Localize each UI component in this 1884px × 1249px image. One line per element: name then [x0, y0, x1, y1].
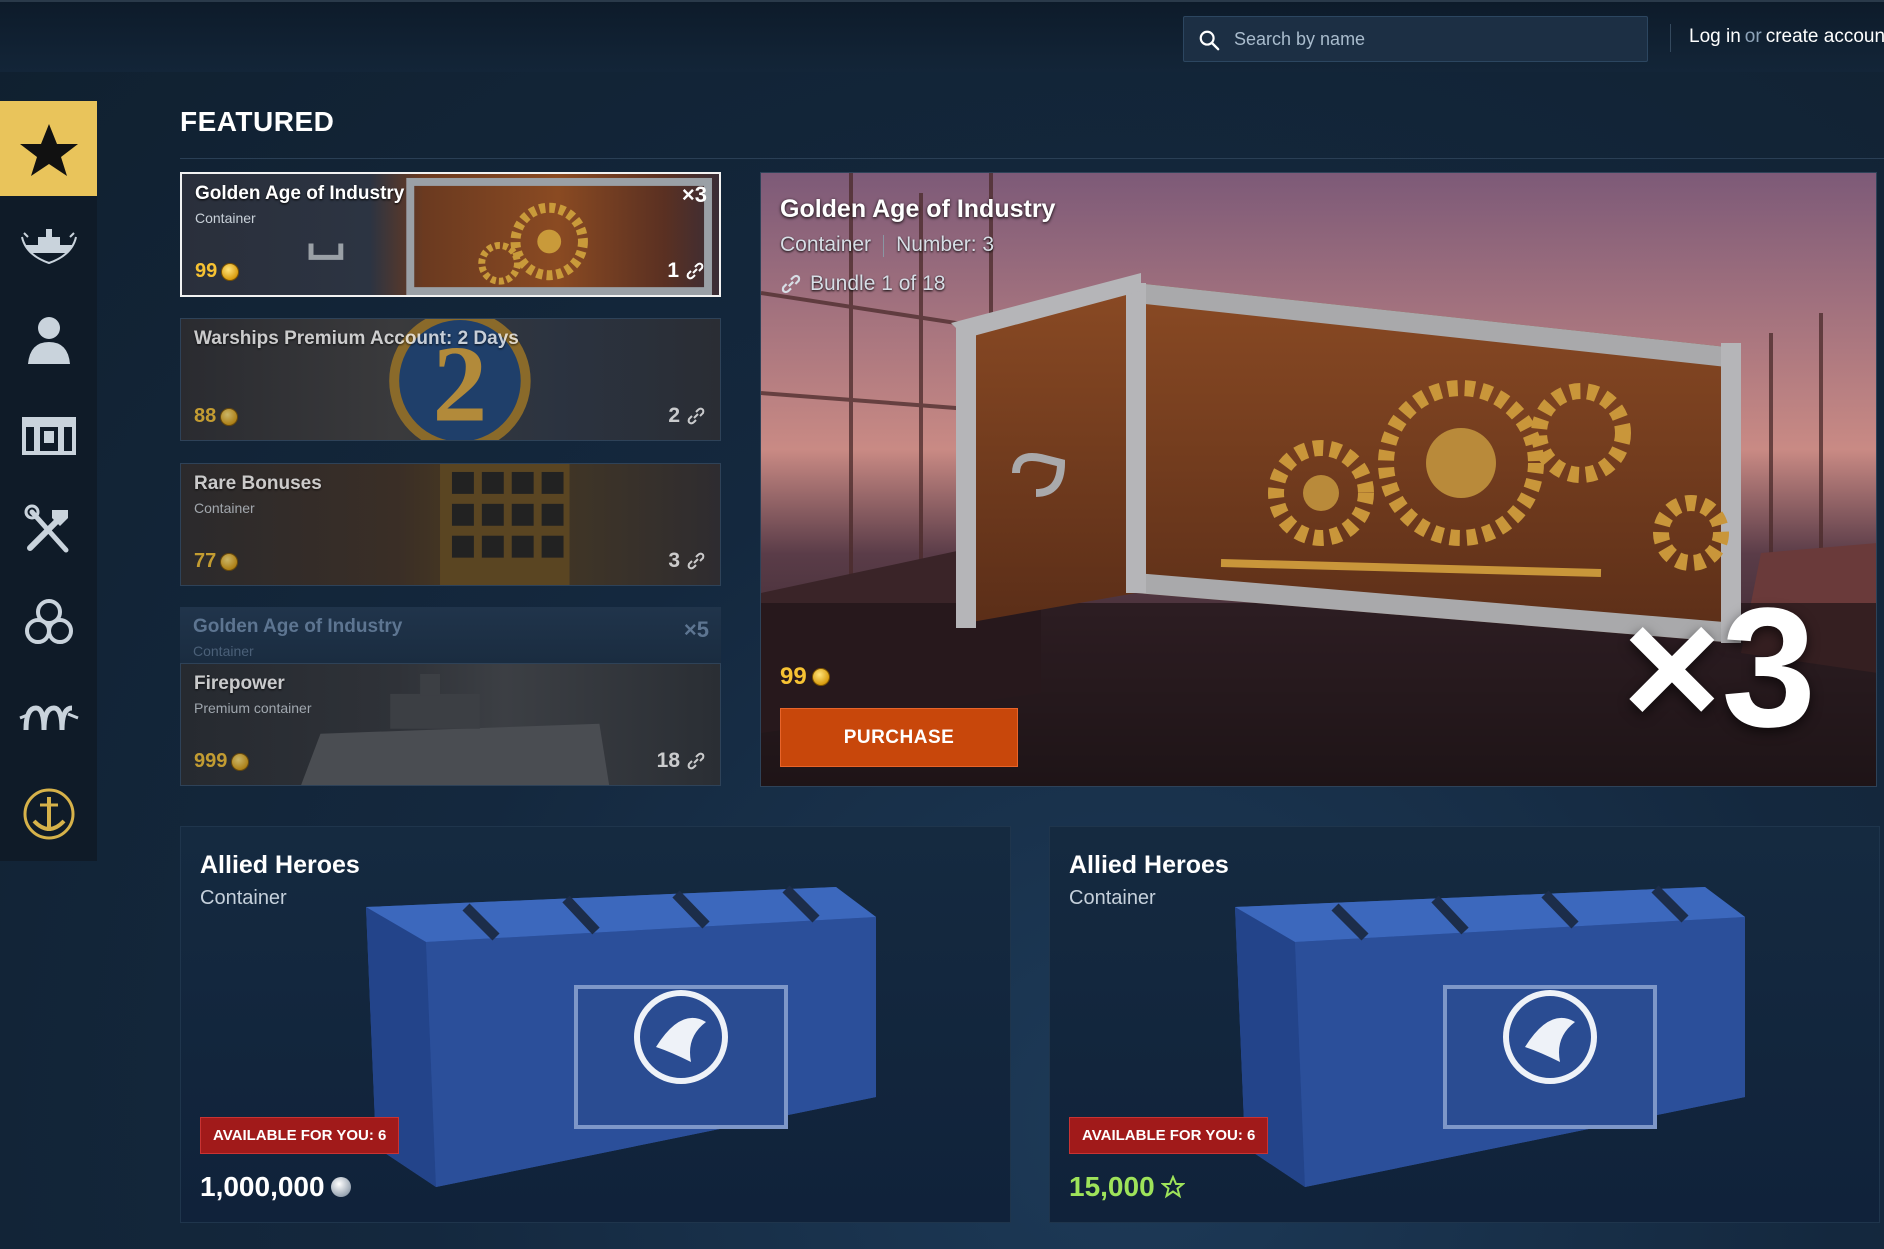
sidebar-item-camouflage[interactable]	[0, 576, 97, 671]
link-icon	[686, 262, 704, 280]
card-price: 77	[194, 550, 239, 573]
login-link[interactable]: Log in	[1689, 26, 1741, 47]
card-multiplier: ×5	[683, 617, 709, 642]
card-type: Container	[193, 643, 254, 659]
card-bundle-count: 18	[657, 749, 706, 773]
offer-type: Container	[200, 887, 287, 909]
hero-number: Number: 3	[896, 233, 995, 256]
card-price: 88	[194, 405, 239, 428]
hero-meta: Container Number: 3	[780, 233, 994, 257]
availability-badge: AVAILABLE FOR YOU: 6	[1069, 1117, 1269, 1154]
featured-hero-panel: Golden Age of Industry Container Number:…	[760, 172, 1877, 787]
search-box[interactable]	[1183, 16, 1648, 62]
featured-card-firepower[interactable]: Firepower Premium container 999 18	[180, 663, 721, 786]
availability-badge: AVAILABLE FOR YOU: 6	[200, 1117, 400, 1154]
warship-icon	[20, 228, 77, 264]
sidebar-item-commanders[interactable]	[0, 291, 97, 386]
meta-separator	[883, 235, 885, 257]
card-count-value: 3	[668, 549, 680, 572]
hero-type: Container	[780, 233, 872, 256]
link-icon	[687, 552, 705, 570]
doubloon-icon	[231, 752, 250, 771]
offer-price: 15,000	[1069, 1171, 1185, 1203]
card-name: Golden Age of Industry	[195, 183, 405, 204]
credits-icon	[330, 1177, 351, 1197]
auth-links: Log in or create account	[1689, 26, 1884, 48]
free-xp-star-icon	[1160, 1175, 1185, 1199]
hero-bundle-label: Bundle 1 of 18	[810, 272, 946, 295]
create-account-link[interactable]: create account	[1766, 26, 1884, 47]
hero-bundle-info: Bundle 1 of 18	[780, 272, 945, 296]
card-name: Rare Bonuses	[194, 473, 322, 494]
doubloon-icon	[220, 552, 239, 571]
doubloon-icon	[811, 668, 830, 686]
offer-price-value: 15,000	[1069, 1171, 1155, 1202]
link-icon	[687, 407, 705, 425]
hero-price: 99	[780, 663, 830, 691]
featured-card-golden-age[interactable]: Golden Age of Industry Container ×3 99 1	[180, 172, 721, 297]
card-price-value: 99	[195, 260, 218, 282]
featured-card-rare-bonuses[interactable]: Rare Bonuses Container 77 3	[180, 463, 721, 586]
offer-card-allied-heroes-credits[interactable]: Allied Heroes Container AVAILABLE FOR YO…	[180, 826, 1011, 1223]
card-name: Firepower	[194, 673, 285, 694]
sidebar-item-clan[interactable]	[0, 766, 97, 861]
featured-heading: FEATURED	[180, 106, 335, 137]
card-count-value: 2	[668, 404, 680, 427]
link-icon	[781, 274, 801, 294]
card-price: 99	[195, 260, 240, 283]
top-bar: Log inorcreate account	[0, 0, 1884, 72]
star-icon	[19, 123, 78, 176]
or-label: or	[1744, 26, 1762, 47]
search-icon	[1199, 30, 1220, 51]
card-bundle-count: 3	[668, 549, 706, 573]
card-price-value: 77	[194, 550, 217, 572]
sidebar-item-upgrades[interactable]	[0, 481, 97, 576]
offer-card-allied-heroes-freexp[interactable]: Allied Heroes Container AVAILABLE FOR YO…	[1049, 826, 1880, 1223]
doubloon-icon	[220, 407, 239, 426]
card-bundle-count: 2	[668, 404, 706, 428]
hero-price-value: 99	[780, 663, 807, 690]
sidebar-item-containers[interactable]	[0, 386, 97, 481]
allied-crate-image	[1235, 885, 1745, 1187]
tools-icon	[24, 504, 68, 552]
card-price: 999	[194, 750, 250, 773]
doubloon-icon	[221, 262, 240, 281]
sidebar-item-ships[interactable]	[0, 196, 97, 291]
containers-icon	[21, 416, 76, 455]
card-count-value: 1	[667, 259, 679, 282]
offer-name: Allied Heroes	[1069, 851, 1229, 879]
kraken-icon	[18, 704, 79, 730]
allied-crate-image	[366, 885, 876, 1187]
featured-divider	[180, 158, 1884, 159]
purchase-button[interactable]: PURCHASE	[780, 708, 1018, 767]
card-type: Container	[195, 210, 256, 226]
card-type: Container	[194, 500, 255, 516]
sidebar-item-featured[interactable]	[0, 101, 97, 196]
offer-price: 1,000,000	[200, 1171, 351, 1203]
card-price-value: 999	[194, 750, 228, 772]
card-type: Premium container	[194, 700, 312, 716]
header-divider	[1670, 24, 1671, 52]
category-sidebar	[0, 101, 97, 861]
offer-name: Allied Heroes	[200, 851, 360, 879]
card-name: Golden Age of Industry	[193, 616, 403, 637]
hero-title: Golden Age of Industry	[780, 195, 1056, 223]
sidebar-item-special[interactable]	[0, 671, 97, 766]
search-input[interactable]	[1234, 17, 1634, 61]
offer-price-value: 1,000,000	[200, 1171, 325, 1202]
card-bundle-count: 1	[667, 259, 705, 283]
hero-multiplier: ×3	[1622, 573, 1816, 763]
camouflage-icon	[24, 598, 73, 644]
card-name: Warships Premium Account: 2 Days	[194, 328, 519, 349]
card-multiplier: ×3	[681, 182, 707, 207]
anchor-emblem-icon	[23, 788, 74, 839]
card-count-value: 18	[656, 749, 680, 772]
featured-card-premium-account[interactable]: 2 Warships Premium Account: 2 Days 88 2	[180, 318, 721, 441]
offer-type: Container	[1069, 887, 1156, 909]
card-price-value: 88	[194, 405, 217, 427]
commander-icon	[27, 316, 70, 364]
featured-card-golden-age-x5[interactable]: Golden Age of Industry Container ×5	[180, 607, 721, 663]
link-icon	[687, 752, 705, 770]
